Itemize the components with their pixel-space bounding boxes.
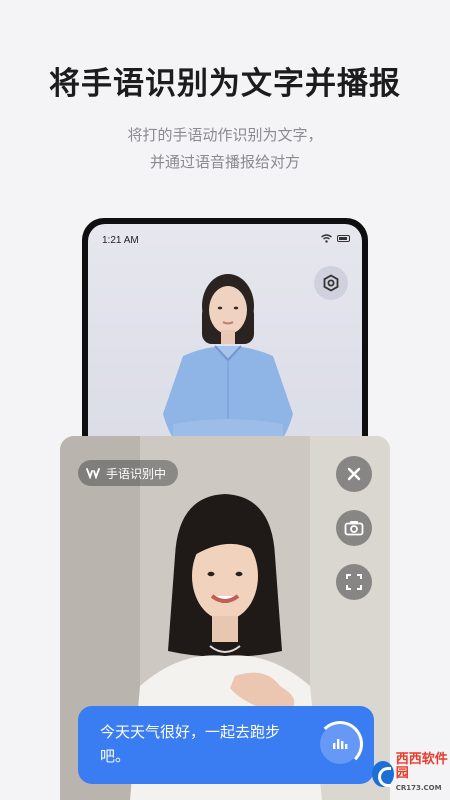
watermark-brand: 西西软件园	[395, 752, 448, 781]
watermark-logo-icon	[372, 761, 394, 787]
caption-bubble: 今天天气很好，一起去跑步吧。	[78, 706, 374, 784]
recognition-status: 手语识别中	[78, 460, 179, 486]
switch-camera-button[interactable]	[336, 510, 372, 546]
status-icons	[321, 234, 350, 243]
subtitle-line-2: 并通过语音播报给对方	[149, 153, 300, 171]
fullscreen-icon	[346, 574, 362, 590]
watermark-text: 西西软件园 CR173.COM	[396, 753, 450, 795]
camera-icon	[344, 521, 364, 536]
headline: 将手语识别为文字并播报	[49, 66, 401, 102]
close-icon	[347, 467, 361, 481]
settings-icon	[323, 274, 339, 292]
recognition-label: 手语识别中	[106, 466, 167, 481]
subtitle-line-1: 将打的手语动作识别为文字，	[127, 126, 323, 144]
subtitle: 将打的手语动作识别为文字， 并通过语音播报给对方	[0, 122, 450, 176]
close-button[interactable]	[336, 456, 372, 492]
hand-icon	[86, 468, 100, 479]
phone-mockup: 1:21 AM	[82, 218, 368, 468]
battery-icon	[337, 235, 350, 242]
virtual-avatar	[163, 274, 293, 456]
caption-text: 今天天气很好，一起去跑步吧。	[100, 723, 281, 765]
fullscreen-button[interactable]	[336, 564, 372, 600]
camera-preview: 手语识别中 今天天气很好，一起去跑步吧。	[60, 436, 390, 800]
audio-playback-button[interactable]	[317, 721, 363, 767]
settings-button[interactable]	[314, 266, 348, 300]
watermark-domain: CR173.COM	[395, 784, 442, 792]
status-time: 1:21 AM	[102, 235, 139, 246]
playback-progress-ring	[317, 721, 363, 767]
wifi-icon	[321, 234, 332, 243]
avatar-screen: 1:21 AM	[88, 224, 362, 468]
watermark: 西西软件园 CR173.COM	[372, 748, 450, 800]
